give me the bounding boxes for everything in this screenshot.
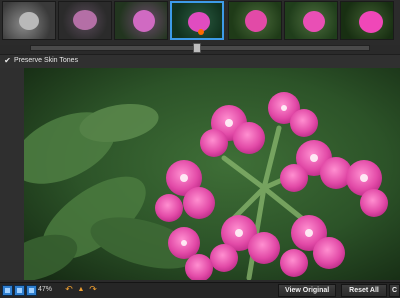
reset-all-button[interactable]: Reset All [341, 284, 387, 297]
preview-image [24, 68, 400, 280]
options-bar: ✔ Preserve Skin Tones [0, 54, 400, 69]
redo-icon[interactable]: ↷ [88, 284, 98, 295]
view-split-button[interactable] [14, 285, 25, 296]
filmstrip [0, 0, 400, 45]
thumbnail-1[interactable] [2, 1, 56, 40]
thumbnail-7[interactable] [340, 1, 394, 40]
thumbnail-5[interactable] [228, 1, 282, 40]
thumbnail-6[interactable] [284, 1, 338, 40]
thumbnail-3[interactable] [114, 1, 168, 40]
view-single-button[interactable] [2, 285, 13, 296]
zoom-level: 47% [38, 286, 53, 293]
filmstrip-scroll-handle[interactable] [193, 43, 201, 53]
preserve-skin-tones-label[interactable]: Preserve Skin Tones [14, 57, 78, 64]
thumbnail-4[interactable] [170, 1, 224, 40]
undo-icon[interactable]: ↶ [64, 284, 74, 295]
cut-button[interactable]: C [389, 284, 400, 297]
bottom-toolbar: 47% ↶ ▲ ↷ View Original Reset All C [0, 282, 400, 298]
up-icon[interactable]: ▲ [76, 284, 86, 295]
view-original-button[interactable]: View Original [278, 284, 336, 297]
check-icon[interactable]: ✔ [3, 56, 12, 65]
left-panel [0, 68, 25, 280]
view-side-by-side-button[interactable] [26, 285, 37, 296]
thumbnail-2[interactable] [58, 1, 112, 40]
